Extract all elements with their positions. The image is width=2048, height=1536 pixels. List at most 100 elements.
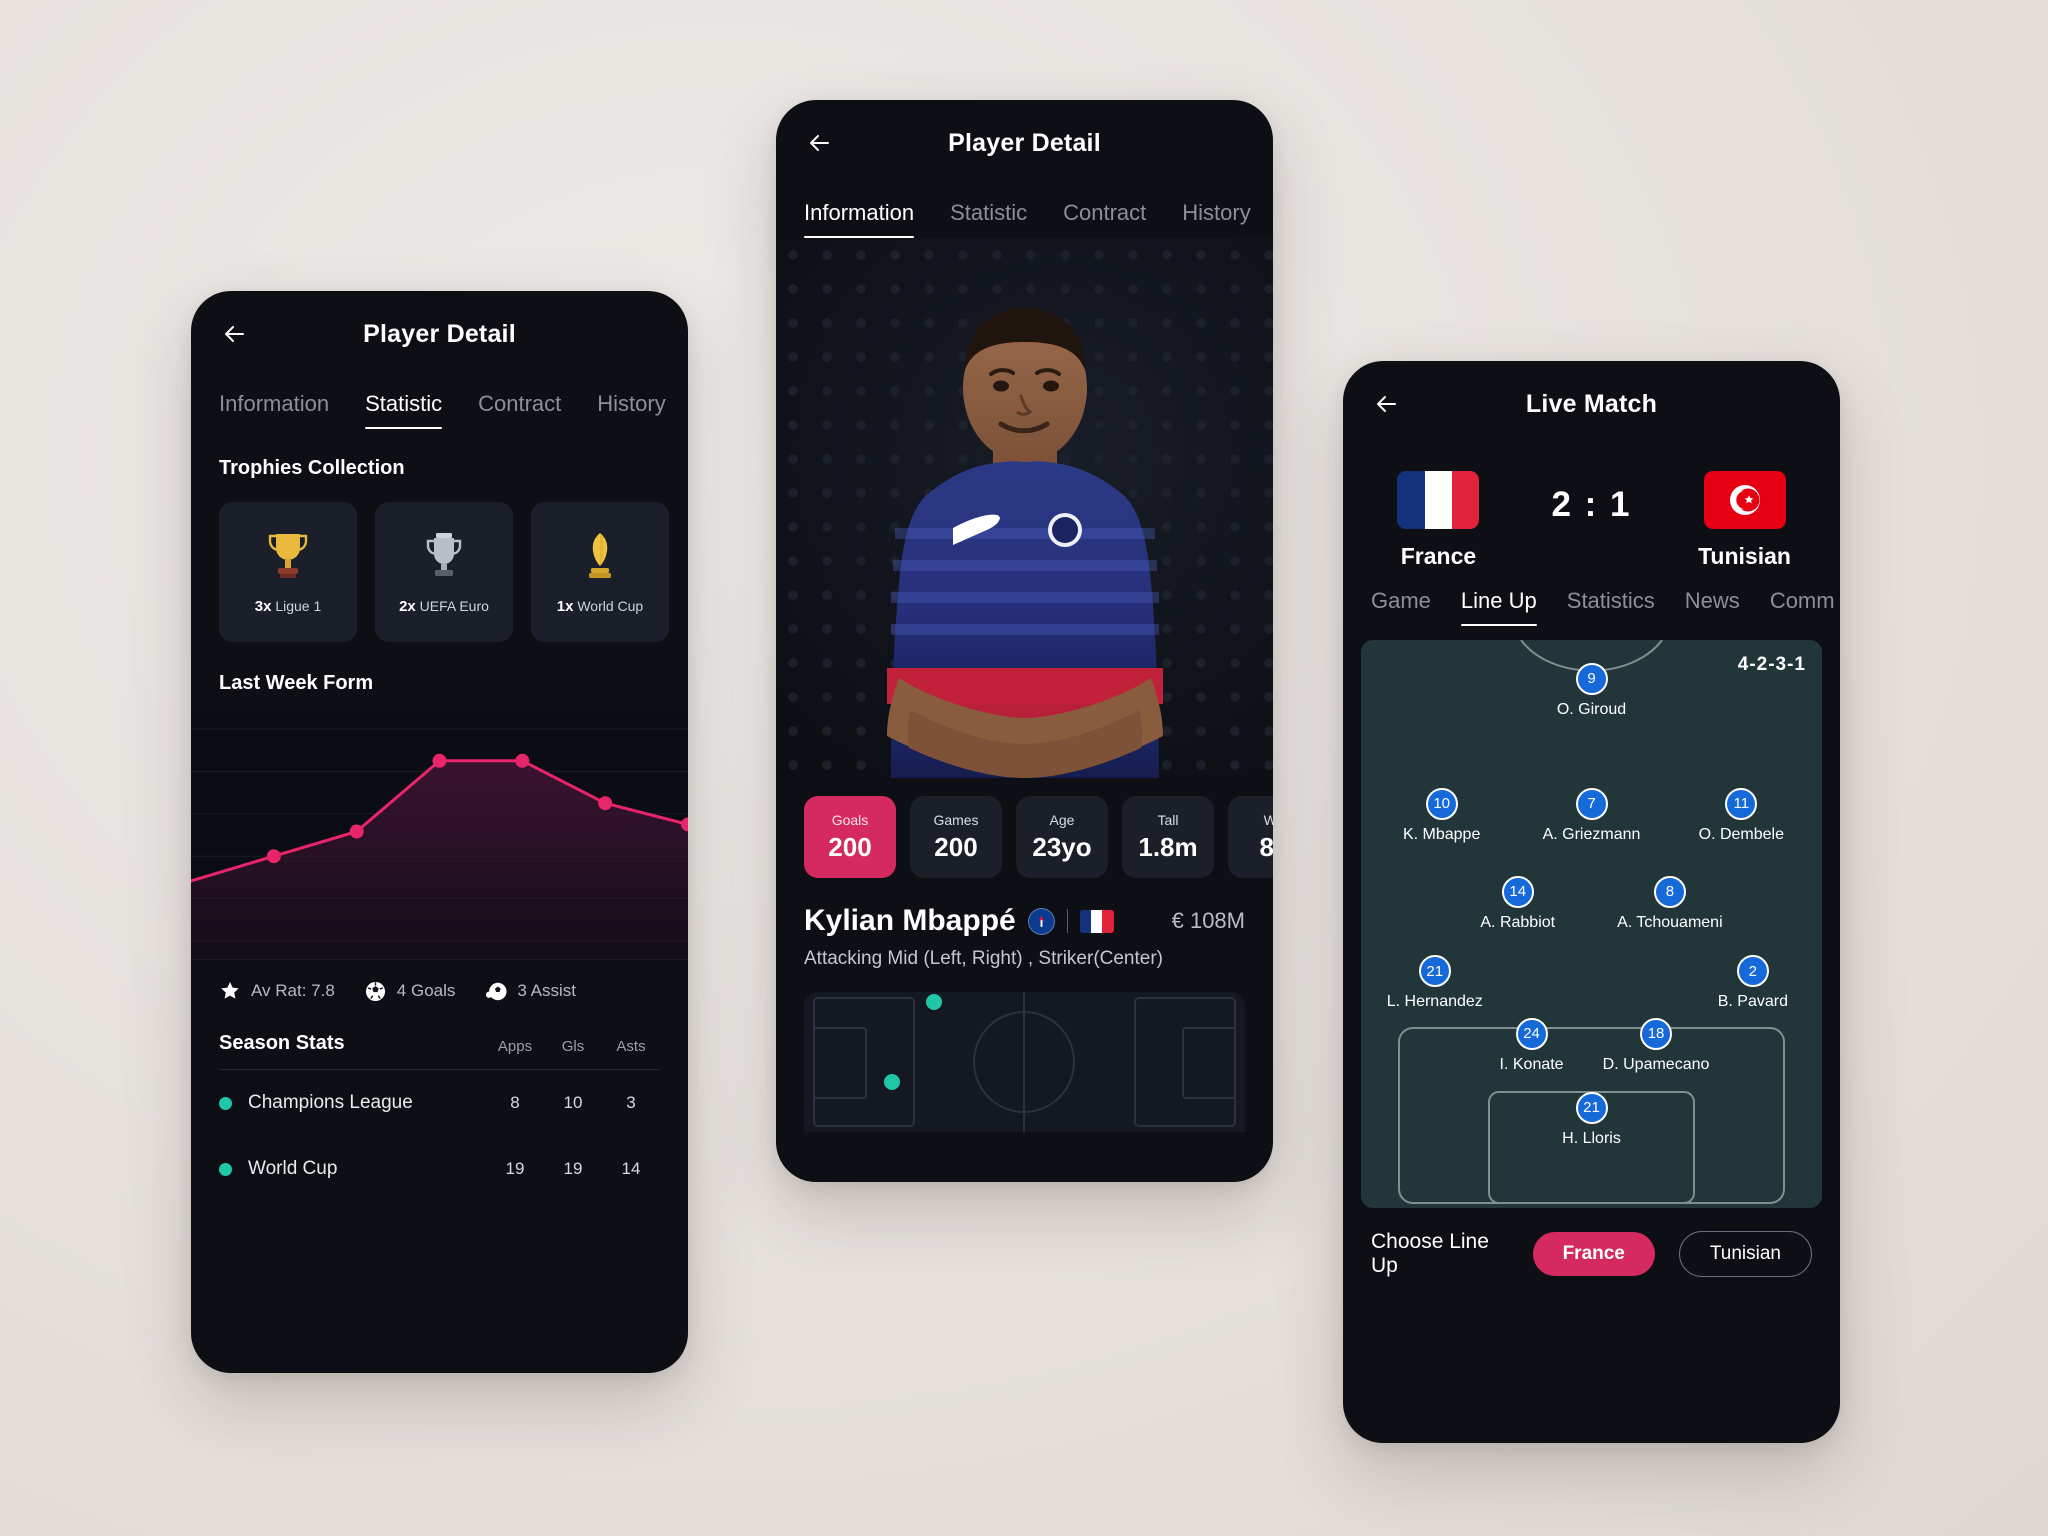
stat-card-tall[interactable]: Tall 1.8m [1122,796,1214,878]
quickstat-goals: 4 Goals [365,980,456,1002]
tab-contract[interactable]: Contract [478,391,561,429]
player-name: H. Lloris [1562,1129,1621,1147]
trophy-card-ligue1[interactable]: 3x Ligue 1 [219,502,357,642]
player-name: B. Pavard [1717,993,1788,1011]
player-number: 14 [1501,875,1534,908]
phone-player-detail-statistic: Player Detail Information Statistic Cont… [191,291,688,1373]
tabbar: Game Line Up Statistics News Comm [1343,570,1840,626]
choose-lineup-row: Choose Line Up France Tunisian [1343,1208,1840,1278]
trophy-name: UEFA Euro [419,597,489,614]
tab-information[interactable]: Information [804,200,915,238]
away-team: Tunisian [1690,471,1800,570]
lineup-player[interactable]: 7 A. Griezmann [1517,787,1667,844]
trophy-name: World Cup [577,597,644,614]
quickstat-label: 4 Goals [396,981,456,1000]
lineup-player[interactable]: 2 B. Pavard [1678,955,1822,1011]
back-arrow-icon[interactable] [804,126,838,160]
football-icon [365,980,387,1002]
lineup-player[interactable]: 8 A. Tchouameni [1595,875,1745,932]
home-team-name: France [1400,543,1477,569]
tab-information[interactable]: Information [219,391,329,429]
tab-news[interactable]: News [1685,588,1740,626]
player-name: O. Giroud [1556,700,1627,718]
tunisia-flag-icon [1703,471,1786,529]
season-stats-header: Season Stats Apps Gls Asts [219,1032,660,1055]
tab-contract[interactable]: Contract [1063,200,1146,238]
tab-statistic[interactable]: Statistic [950,200,1027,238]
lineup-player[interactable]: 21 L. Hernandez [1361,955,1510,1011]
lineup-player[interactable]: 14 A. Rabbiot [1443,875,1593,932]
quickstat-rating: Av Rat: 7.8 [219,980,335,1002]
stat-value: 1.8m [1138,831,1198,862]
tab-game[interactable]: Game [1371,588,1431,626]
back-arrow-icon[interactable] [219,317,253,351]
trophy-silver-icon [422,530,466,588]
back-arrow-icon[interactable] [1371,387,1405,421]
table-row[interactable]: Champions League 8 10 3 [219,1070,660,1136]
lineup-option-tunisian[interactable]: Tunisian [1678,1231,1812,1277]
tab-history[interactable]: History [1182,200,1250,238]
stat-label: Age [1049,811,1075,828]
star-icon [219,980,241,1002]
player-number: 24 [1515,1017,1548,1050]
status-dot-icon [219,1096,232,1110]
lineup-player[interactable]: 18 D. Upamecano [1581,1017,1731,1074]
lineup-player[interactable]: 21 H. Lloris [1517,1091,1667,1148]
form-chart-svg [191,728,688,959]
trophy-count: 1x [556,597,574,615]
stat-card-weight[interactable]: We 80 [1228,796,1273,878]
quickstat-label: 3 Assist [517,981,576,1000]
value-apps: 8 [510,1093,520,1112]
row-values: 8 10 3 [486,1093,660,1113]
stat-label: Goals [831,811,869,828]
player-name: D. Upamecano [1602,1055,1710,1073]
player-number: 18 [1640,1017,1673,1050]
tab-statistics[interactable]: Statistics [1567,588,1655,626]
quickstat-label: Av Rat: 7.8 [251,981,335,1000]
scoreboard: France 2 : 1 Tunisian [1343,447,1840,570]
player-number: 9 [1575,662,1608,695]
world-cup-icon [578,530,622,588]
trophies-section: Trophies Collection 3x Ligue 1 2x UEFA E… [191,429,688,642]
trophies-title: Trophies Collection [219,457,405,479]
quickstat-assists: 3 Assist [485,980,576,1002]
lineup-player[interactable]: 9 O. Giroud [1517,662,1667,719]
stat-card-games[interactable]: Games 200 [910,796,1002,878]
player-market-value: € 108M [1171,908,1245,933]
player-number: 21 [1575,1091,1608,1124]
phone-live-match: Live Match France 2 : 1 Tunisian Game Li… [1343,361,1840,1443]
appbar: Live Match [1343,361,1840,447]
stat-value: 23yo [1032,831,1092,862]
lineup-player[interactable]: 10 K. Mbappe [1367,787,1517,844]
trophy-card-uefa-euro[interactable]: 2x UEFA Euro [375,502,513,642]
quick-stats-row: Av Rat: 7.8 4 Goals 3 Assist [191,959,688,1022]
tab-commentary[interactable]: Comm [1770,588,1835,626]
row-values: 19 19 14 [486,1159,660,1179]
tabbar: Information Statistic Contract History [776,186,1273,238]
tab-statistic[interactable]: Statistic [365,391,443,429]
stat-label: Tall [1157,811,1179,828]
home-team: France [1383,471,1493,570]
stat-card-goals[interactable]: Goals 200 [804,796,896,878]
table-row[interactable]: World Cup 19 19 14 [219,1136,660,1202]
lineup-option-france[interactable]: France [1532,1232,1655,1276]
competition-name: World Cup [248,1158,338,1179]
stat-value: 200 [934,831,978,862]
player-name: Kylian Mbappé [804,904,1016,937]
appbar: Player Detail [191,291,688,377]
player-number: 11 [1725,787,1758,820]
position-marker [926,994,942,1010]
player-number: 7 [1575,787,1608,820]
player-number: 10 [1425,787,1458,820]
trophy-label: 2x UEFA Euro [399,598,489,615]
lineup-player[interactable]: 11 O. Dembele [1666,787,1816,844]
stat-card-age[interactable]: Age 23yo [1016,796,1108,878]
form-section-header: Last Week Form [191,642,688,695]
trophy-count: 2x [399,597,416,615]
page-title: Live Match [1525,389,1658,418]
tab-history[interactable]: History [597,391,665,429]
player-number: 2 [1736,955,1769,988]
stat-cards-row: Goals 200 Games 200 Age 23yo Tall 1.8m W… [776,778,1273,878]
tab-line-up[interactable]: Line Up [1460,588,1537,626]
trophy-card-world-cup[interactable]: 1x World Cup [531,502,669,642]
